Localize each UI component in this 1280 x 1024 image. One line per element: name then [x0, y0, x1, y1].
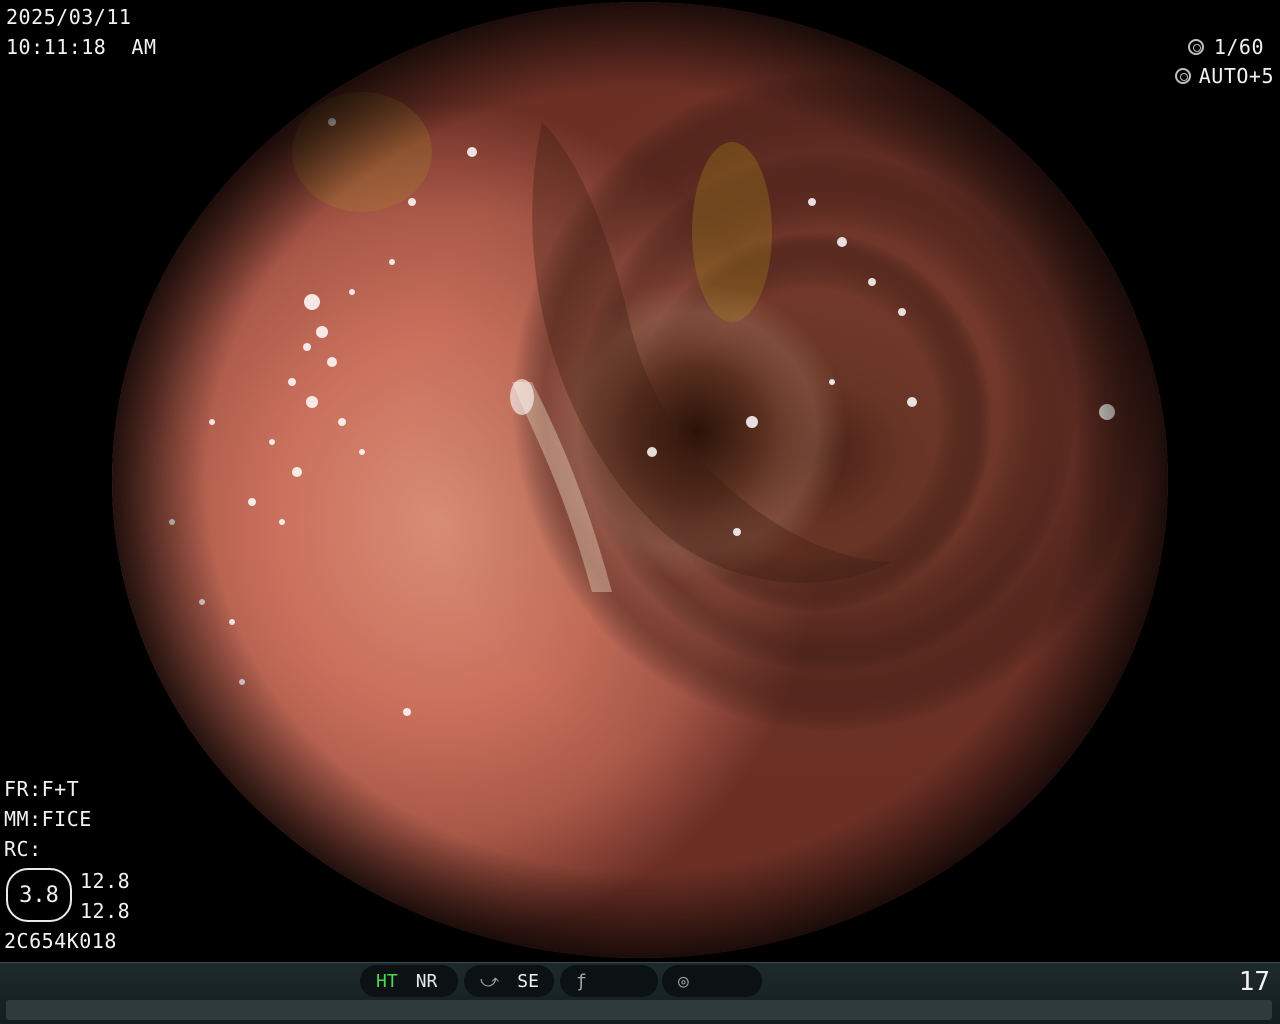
- frame-number: 17: [1238, 967, 1270, 997]
- mucosa-rendering: [112, 2, 1168, 958]
- fr-setting: FR:F+T: [4, 777, 80, 801]
- exposure-mode: AUTO+5: [1198, 64, 1274, 88]
- ht-label: HT: [376, 970, 398, 992]
- tone-curve-icon: ⤻: [480, 970, 500, 992]
- value-b: 12.8: [80, 899, 131, 923]
- zoom-value: 3.8: [19, 882, 59, 908]
- scope-serial: 2C654K018: [4, 929, 117, 953]
- exposure-mode-readout: AUTO+5: [1174, 61, 1274, 91]
- exam-date: 2025/03/11: [6, 5, 132, 29]
- se-label: SE: [517, 970, 539, 992]
- shutter-speed: 1/60: [1213, 35, 1264, 59]
- status-strip: [6, 1000, 1272, 1020]
- ht-nr-indicator[interactable]: HT NR: [360, 965, 458, 997]
- iris-icon: [1174, 68, 1191, 84]
- rc-setting: RC:: [4, 837, 42, 861]
- mode-indicator[interactable]: ◎: [662, 965, 762, 997]
- aperture-icon: [1187, 39, 1204, 55]
- value-a: 12.8: [80, 869, 131, 893]
- endoscopic-image: [112, 2, 1168, 958]
- endoscope-screen: 2025/03/11 10:11:18 AM 1/60 AUTO+5 FR:F+…: [0, 0, 1280, 1024]
- shutter-readout: 1/60: [1187, 32, 1264, 62]
- filter-indicator[interactable]: ƒ: [560, 965, 658, 997]
- nr-label: NR: [415, 970, 438, 992]
- exam-time: 10:11:18 AM: [6, 35, 157, 59]
- waveform-circle-icon: ◎: [678, 970, 689, 992]
- se-indicator[interactable]: ⤻ SE: [464, 965, 554, 997]
- zoom-badge: 3.8: [6, 868, 72, 922]
- slash-f-icon: ƒ: [576, 970, 587, 992]
- mm-setting: MM:FICE: [4, 807, 92, 831]
